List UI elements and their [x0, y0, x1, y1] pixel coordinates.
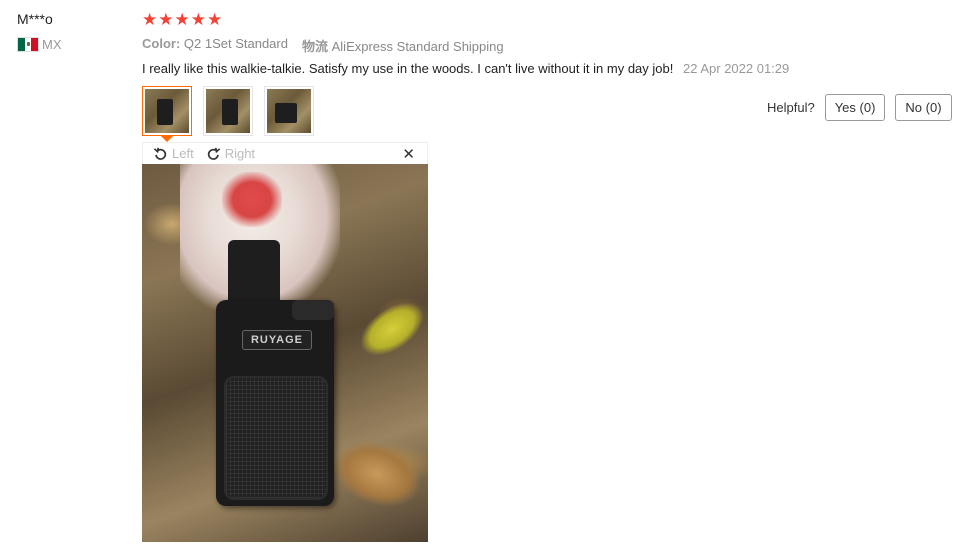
brand-plate: RUYAGE	[242, 330, 312, 350]
product-attributes: Color: Q2 1Set Standard 物流 AliExpress St…	[142, 36, 504, 55]
shipping-value: AliExpress Standard Shipping	[331, 39, 504, 54]
review-date: 22 Apr 2022 01:29	[683, 61, 790, 76]
close-icon[interactable]: ✕	[402, 145, 415, 163]
review-body: I really like this walkie-talkie. Satisf…	[142, 61, 789, 76]
photo-thumbnail-1[interactable]	[142, 86, 192, 142]
shipping-label: 物流	[301, 39, 328, 54]
country-code: MX	[42, 37, 62, 52]
review-text: I really like this walkie-talkie. Satisf…	[142, 61, 674, 76]
rotate-left-button[interactable]: Left	[153, 146, 194, 161]
brand-text: RUYAGE	[250, 334, 304, 346]
photo-thumbnail-3[interactable]	[264, 86, 314, 136]
review-photo: RUYAGE	[142, 164, 428, 542]
reviewer-country: MX	[17, 37, 62, 52]
star-rating: ★ ★ ★ ★ ★	[142, 10, 222, 30]
helpful-yes-button[interactable]: Yes (0)	[824, 94, 886, 121]
radio-knob	[292, 300, 334, 320]
rotate-right-label: Right	[224, 146, 256, 161]
rotate-right-icon	[207, 147, 220, 160]
photo-thumbnails	[142, 86, 314, 142]
rotate-right-button[interactable]: Right	[206, 146, 255, 161]
reviewer-name: M***o	[17, 11, 53, 27]
color-value: Q2 1Set Standard	[183, 36, 288, 51]
photo-thumbnail-2[interactable]	[203, 86, 253, 136]
color-label: Color:	[142, 36, 181, 51]
star-icon: ★	[174, 10, 190, 30]
photo-viewer: Left Right ✕ RUYAGE	[142, 142, 428, 542]
shipping-attribute: 物流 AliExpress Standard Shipping	[302, 36, 504, 55]
helpful-no-button[interactable]: No (0)	[895, 94, 952, 121]
speaker-grille	[224, 376, 328, 500]
star-icon: ★	[190, 10, 206, 30]
color-attribute: Color: Q2 1Set Standard	[142, 36, 288, 55]
viewer-toolbar: Left Right ✕	[142, 142, 428, 164]
star-icon: ★	[158, 10, 174, 30]
star-icon: ★	[142, 10, 158, 30]
star-icon: ★	[207, 10, 223, 30]
rotate-left-icon	[153, 147, 167, 160]
rotate-left-label: Left	[172, 146, 194, 161]
helpful-label: Helpful?	[767, 100, 815, 115]
helpful-vote: Helpful? Yes (0) No (0)	[767, 94, 952, 121]
mexico-flag-icon	[17, 37, 39, 52]
